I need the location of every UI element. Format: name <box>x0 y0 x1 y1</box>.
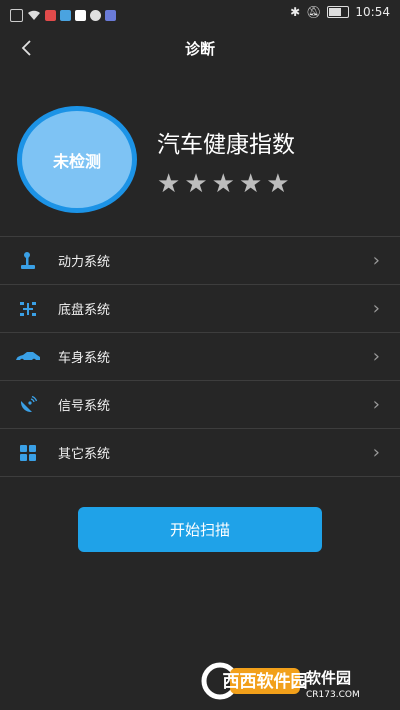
page-title: 诊断 <box>184 40 215 58</box>
system-item-body[interactable]: 车身系统 › <box>0 332 400 380</box>
clock: 10:54 <box>355 5 390 19</box>
system-item-label: 车身系统 <box>58 351 111 366</box>
sim-icon <box>10 9 23 22</box>
mute-icon: 🔕︎ <box>306 5 322 19</box>
car-body-icon <box>15 347 41 367</box>
system-item-label: 其它系统 <box>58 447 111 462</box>
star-icon: ★ <box>211 169 235 199</box>
star-icon: ★ <box>266 169 290 199</box>
chassis-icon <box>15 299 41 319</box>
app-notification-icon <box>105 10 116 21</box>
chat-icon <box>90 10 101 21</box>
system-item-signal[interactable]: 信号系统 › <box>0 380 400 428</box>
gear-shift-icon <box>15 251 41 271</box>
chevron-right-icon: › <box>372 394 380 415</box>
mail-icon <box>75 10 86 21</box>
chevron-right-icon: › <box>372 250 380 271</box>
watermark-domain: CR173.COM <box>306 690 360 700</box>
health-status-text: 未检测 <box>52 151 101 171</box>
chevron-right-icon: › <box>372 442 380 463</box>
start-scan-button[interactable]: 开始扫描 <box>78 507 322 552</box>
star-icon: ★ <box>184 169 208 199</box>
wifi-icon <box>27 6 41 25</box>
system-item-chassis[interactable]: 底盘系统 › <box>0 284 400 332</box>
chevron-right-icon: › <box>372 346 380 367</box>
battery-icon <box>327 6 350 18</box>
system-list: 动力系统 › 底盘系统 › 车身系统 › 信号系统 › 其它系统 › <box>0 236 400 477</box>
health-index-title: 汽车健康指数 <box>157 132 295 158</box>
status-bar-system: ✱ 🔕︎ 10:54 <box>290 5 390 19</box>
system-item-label: 动力系统 <box>58 255 111 270</box>
watermark-logo: 西西软件园 软件园 CR173.COM <box>200 660 390 702</box>
grid-icon <box>15 443 41 463</box>
star-icon: ★ <box>238 169 263 199</box>
health-star-rating: ★ ★ ★ ★ ★ <box>157 170 290 198</box>
app-notification-icon <box>45 10 56 21</box>
app-notification-icon <box>60 10 71 21</box>
status-bar: ✱ 🔕︎ 10:54 <box>0 0 400 26</box>
bluetooth-icon: ✱ <box>290 5 301 19</box>
svg-text:软件园: 软件园 <box>306 669 351 687</box>
system-item-other[interactable]: 其它系统 › <box>0 428 400 477</box>
system-item-power[interactable]: 动力系统 › <box>0 236 400 284</box>
health-score-circle: 未检测 <box>22 111 132 208</box>
system-item-label: 信号系统 <box>58 399 111 414</box>
satellite-dish-icon <box>15 395 41 415</box>
system-item-label: 底盘系统 <box>58 303 111 318</box>
chevron-right-icon: › <box>372 298 380 319</box>
star-icon: ★ <box>157 169 181 199</box>
status-bar-notifications <box>10 6 116 25</box>
watermark-brand: 西西软件园 <box>223 671 308 692</box>
